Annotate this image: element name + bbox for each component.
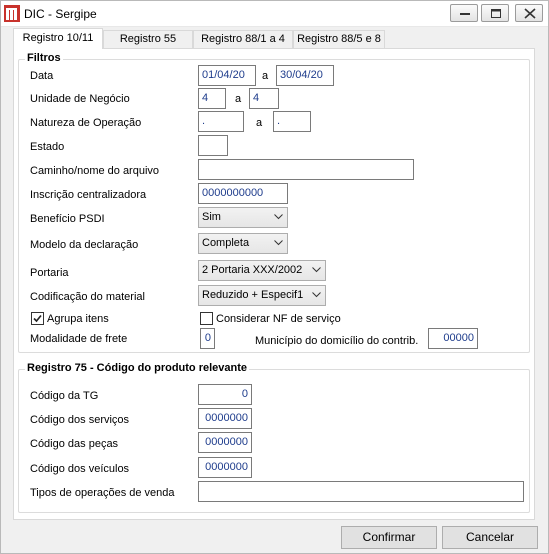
estado-label: Estado (30, 141, 65, 153)
natureza-label: Natureza de Operação (30, 117, 142, 129)
chevron-down-icon (274, 214, 283, 220)
servicos-input[interactable]: 0000000 (198, 408, 252, 429)
minimize-icon (460, 13, 470, 15)
tipos-label: Tipos de operações de venda (30, 487, 175, 499)
unidade-sep: a (235, 93, 242, 105)
considerar-label[interactable]: Considerar NF de serviço (216, 313, 341, 325)
beneficio-label: Benefício PSDI (30, 213, 105, 225)
filtros-title: Filtros (25, 52, 63, 64)
modalidade-input[interactable]: 0 (200, 328, 215, 349)
codificacao-value: Reduzido + Especif1 (202, 289, 304, 301)
confirmar-button[interactable]: Confirmar (341, 526, 437, 549)
beneficio-value: Sim (202, 211, 221, 223)
unidade-from-input[interactable]: 4 (198, 88, 226, 109)
maximize-icon (491, 9, 501, 18)
dialog-window: DIC - Sergipe Registro 10/11 Registro 55… (0, 0, 549, 554)
minimize-button[interactable] (450, 4, 478, 22)
modelo-select[interactable]: Completa (198, 233, 288, 254)
tab-registro-55[interactable]: Registro 55 (103, 30, 193, 49)
confirmar-label: Confirmar (362, 530, 416, 544)
agrupa-label[interactable]: Agrupa itens (47, 313, 109, 325)
modelo-label: Modelo da declaração (30, 239, 139, 251)
inscricao-input[interactable]: 0000000000 (198, 183, 288, 204)
servicos-label: Código dos serviços (30, 414, 130, 426)
veiculos-input[interactable]: 0000000 (198, 457, 252, 478)
tab-registro-88-1-4[interactable]: Registro 88/1 a 4 (193, 30, 293, 49)
portaria-select[interactable]: 2 Portaria XXX/2002 (198, 260, 326, 281)
chevron-down-icon (312, 292, 321, 298)
pecas-input[interactable]: 0000000 (198, 432, 252, 453)
chevron-down-icon (274, 240, 283, 246)
natureza-sep: a (256, 117, 263, 129)
app-logo-icon (4, 5, 20, 22)
agrupa-checkbox[interactable] (31, 312, 44, 325)
tipos-input[interactable] (198, 481, 524, 502)
chevron-down-icon (312, 267, 321, 273)
window-title: DIC - Sergipe (24, 7, 97, 21)
modalidade-label: Modalidade de frete (30, 333, 128, 345)
data-from-input[interactable]: 01/04/20 (198, 65, 256, 86)
tab-registro-10-11[interactable]: Registro 10/11 (13, 28, 103, 49)
close-button[interactable] (515, 4, 543, 22)
beneficio-select[interactable]: Sim (198, 207, 288, 228)
close-icon (524, 8, 536, 19)
cancelar-button[interactable]: Cancelar (442, 526, 538, 549)
caminho-label: Caminho/nome do arquivo (30, 165, 160, 177)
tg-input[interactable]: 0 (198, 384, 252, 405)
codificacao-select[interactable]: Reduzido + Especif1 (198, 285, 326, 306)
title-bar[interactable]: DIC - Sergipe (1, 1, 548, 27)
municipio-label: Município do domicílio do contrib. (255, 335, 419, 347)
considerar-checkbox[interactable] (200, 312, 213, 325)
cancelar-label: Cancelar (465, 530, 515, 544)
modelo-value: Completa (202, 237, 250, 249)
portaria-value: 2 Portaria XXX/2002 (202, 264, 303, 276)
veiculos-label: Código dos veículos (30, 463, 130, 475)
natureza-from-input[interactable]: . (198, 111, 244, 132)
portaria-label: Portaria (30, 267, 69, 279)
caminho-input[interactable] (198, 159, 414, 180)
tab-panel: Filtros Data 01/04/20 a 30/04/20 Unidade… (13, 48, 535, 520)
codificacao-label: Codificação do material (30, 291, 145, 303)
municipio-input[interactable]: 00000 (428, 328, 478, 349)
inscricao-label: Inscrição centralizadora (30, 189, 147, 201)
data-sep: a (262, 70, 269, 82)
unidade-label: Unidade de Negócio (30, 93, 130, 105)
estado-input[interactable] (198, 135, 228, 156)
maximize-button[interactable] (481, 4, 509, 22)
unidade-to-input[interactable]: 4 (249, 88, 279, 109)
tab-registro-88-5-8[interactable]: Registro 88/5 e 8 (293, 30, 385, 49)
registro75-title: Registro 75 - Código do produto relevant… (25, 362, 250, 374)
data-to-input[interactable]: 30/04/20 (276, 65, 334, 86)
pecas-label: Código das peças (30, 438, 119, 450)
tg-label: Código da TG (30, 390, 99, 402)
natureza-to-input[interactable]: . (273, 111, 311, 132)
checkmark-icon (33, 314, 42, 323)
data-label: Data (30, 70, 54, 82)
